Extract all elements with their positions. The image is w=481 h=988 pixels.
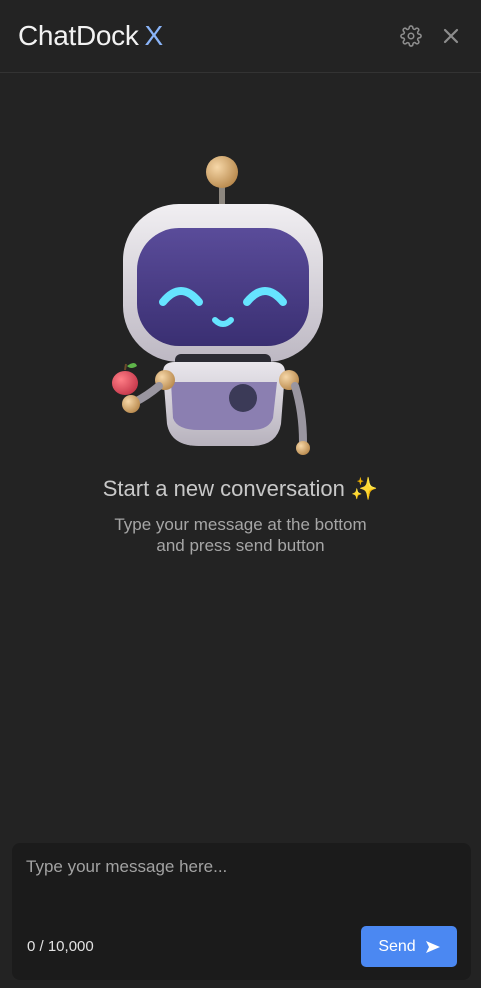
close-button[interactable] <box>439 24 463 48</box>
chat-panel: ChatDock X Start a new conversation ✨ Ty… <box>0 0 481 988</box>
brand-name: ChatDock <box>18 20 139 51</box>
sparkles-icon: ✨ <box>350 476 379 501</box>
empty-state-line-1: Type your message at the bottom <box>114 515 367 534</box>
brand-suffix: X <box>144 20 164 51</box>
empty-state-subtitle: Type your message at the bottom and pres… <box>114 514 366 556</box>
paper-plane-icon <box>425 940 440 953</box>
settings-button[interactable] <box>399 24 423 48</box>
message-composer: 0 / 10,000 Send <box>12 843 471 980</box>
gear-icon <box>400 25 422 47</box>
message-input[interactable] <box>26 857 456 917</box>
app-title: ChatDock X <box>18 20 163 52</box>
robot-illustration <box>111 156 323 455</box>
empty-state-title-text: Start a new conversation <box>102 476 345 501</box>
send-button[interactable]: Send <box>361 926 457 967</box>
character-counter: 0 / 10,000 <box>27 938 94 955</box>
header-actions <box>399 24 463 48</box>
empty-state-line-2: and press send button <box>156 536 325 555</box>
header: ChatDock X <box>0 0 481 73</box>
empty-state: Start a new conversation ✨ Type your mess… <box>0 150 481 556</box>
close-icon <box>443 28 459 44</box>
send-label: Send <box>378 937 416 955</box>
empty-state-title: Start a new conversation ✨ <box>103 476 379 502</box>
